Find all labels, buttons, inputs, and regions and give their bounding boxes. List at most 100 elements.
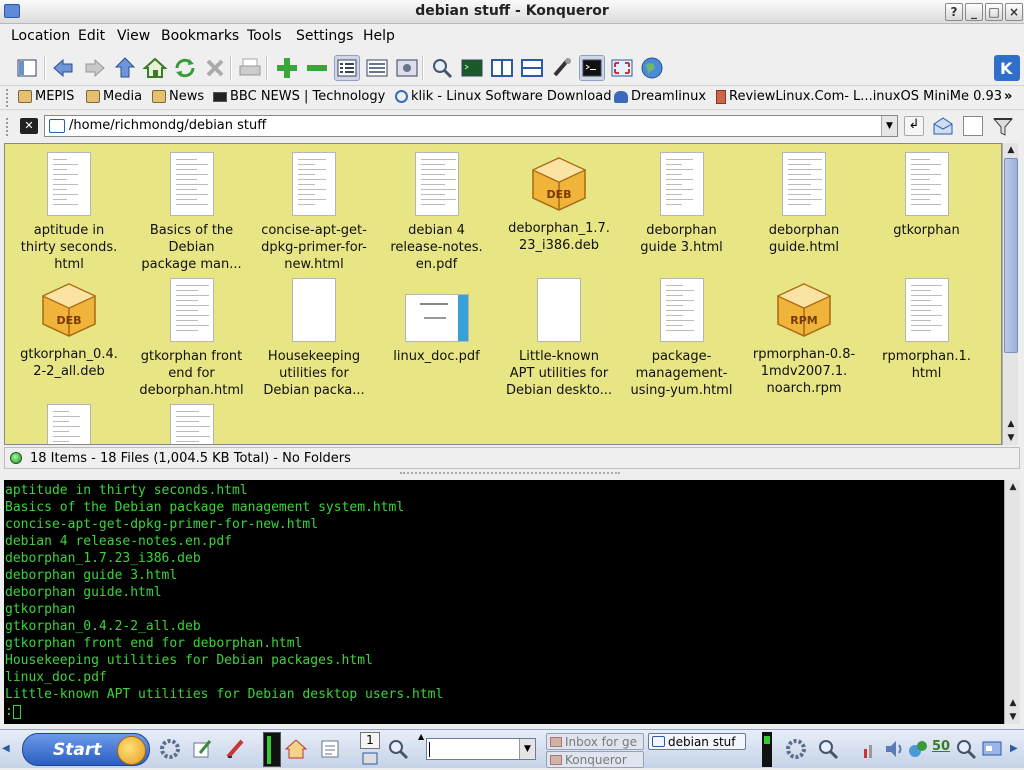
icon-view-icon[interactable]: [334, 55, 360, 81]
find-files-icon[interactable]: [386, 737, 410, 761]
klipper-icon[interactable]: [906, 737, 930, 761]
bookmark-bbc[interactable]: BBC NEWS | Technology: [213, 89, 385, 104]
scroll-up-icon[interactable]: ▲: [1003, 143, 1019, 157]
screens-icon[interactable]: [980, 737, 1004, 761]
bookmark-reviewlinux[interactable]: ReviewLinux.Com- L...inuxOS MiniMe 0.93: [716, 89, 1002, 104]
file-item[interactable]: Basics of the Debian package man...: [132, 152, 252, 273]
file-item[interactable]: Housekeeping utilities for Debian packa...: [254, 278, 374, 399]
print-icon[interactable]: [237, 55, 263, 81]
kcontrol-icon[interactable]: [158, 737, 182, 761]
clear-location-icon[interactable]: ✕: [20, 118, 38, 134]
split-horizontal-icon[interactable]: [519, 55, 545, 81]
minimize-button[interactable]: _: [965, 3, 983, 21]
forward-icon[interactable]: [82, 55, 108, 81]
file-item[interactable]: aptitude in thirty seconds. html: [9, 152, 129, 273]
file-item[interactable]: rpmorphan.1. html: [867, 278, 987, 382]
icon-view-scrollbar[interactable]: ▲ ▲ ▼: [1002, 143, 1018, 445]
up-icon[interactable]: [112, 55, 138, 81]
find-icon[interactable]: [429, 55, 455, 81]
file-item[interactable]: deborphan guide.html: [744, 152, 864, 256]
scrollbar-thumb[interactable]: [1004, 158, 1018, 353]
zoom-in-icon[interactable]: [274, 55, 300, 81]
fullscreen-icon[interactable]: [609, 55, 635, 81]
terminal-prompt[interactable]: :: [5, 703, 1003, 720]
bookmark-overflow-chevron-icon[interactable]: »: [1004, 89, 1012, 104]
volume-icon[interactable]: [883, 737, 907, 761]
file-item[interactable]: linux_doc.pdf: [377, 278, 497, 365]
zoom-out-icon[interactable]: [304, 55, 330, 81]
file-item[interactable]: package-management-using-yum.html: [622, 278, 742, 399]
terminal-panel[interactable]: aptitude in thirty seconds.html Basics of…: [4, 480, 1004, 724]
scroll-up-icon[interactable]: ▲: [1005, 696, 1021, 710]
file-item[interactable]: gtkorphan front end for deborphan.html: [132, 278, 252, 399]
view-sidebar-icon[interactable]: [14, 55, 40, 81]
network-icon[interactable]: [784, 737, 808, 761]
search-icon[interactable]: [954, 737, 978, 761]
filter-icon[interactable]: [992, 116, 1016, 138]
reload-icon[interactable]: [172, 55, 198, 81]
globe-icon[interactable]: [639, 55, 665, 81]
search-icon[interactable]: [816, 737, 840, 761]
file-item[interactable]: debian 4 release-notes. en.pdf: [377, 152, 497, 273]
image-preview-icon[interactable]: [394, 55, 420, 81]
splitter-handle[interactable]: [400, 472, 620, 476]
applet-handle[interactable]: ▲: [418, 732, 424, 741]
bookmark-mepis[interactable]: MEPIS: [18, 89, 74, 104]
menu-location[interactable]: Location: [11, 28, 70, 44]
scroll-down-icon[interactable]: ▼: [1005, 710, 1021, 724]
pen-icon[interactable]: [224, 737, 248, 761]
documents-icon[interactable]: [318, 737, 342, 761]
window-list-icon[interactable]: [360, 751, 380, 766]
desktop-pager[interactable]: 1: [360, 732, 380, 749]
bookmark-news[interactable]: News: [152, 89, 204, 104]
search-dropdown-chevron-icon[interactable]: ▼: [519, 739, 535, 759]
terminal-scrollbar[interactable]: ▲ ▲ ▼: [1004, 480, 1020, 724]
scroll-down-icon[interactable]: ▼: [1003, 431, 1019, 445]
menu-help[interactable]: Help: [363, 28, 395, 44]
start-button[interactable]: Start: [22, 733, 150, 766]
left-arrow-icon[interactable]: ◀: [2, 743, 10, 754]
stop-icon[interactable]: [202, 55, 228, 81]
maximize-button[interactable]: □: [985, 3, 1003, 21]
blank-page-icon[interactable]: [963, 116, 983, 136]
location-input[interactable]: /home/richmondg/debian stuff ▼: [44, 115, 898, 137]
list-view-icon[interactable]: [364, 55, 390, 81]
file-icon-view[interactable]: aptitude in thirty seconds. html Basics of …: [4, 143, 1002, 445]
file-item[interactable]: DEB deborphan_1.7. 23_i386.deb: [499, 152, 619, 254]
scroll-up-icon[interactable]: ▲: [1003, 417, 1019, 431]
shell-icon[interactable]: [579, 55, 605, 81]
file-item[interactable]: [132, 404, 252, 444]
home-folder-icon[interactable]: [284, 737, 308, 761]
help-button[interactable]: ?: [945, 3, 963, 21]
editor-icon[interactable]: [190, 737, 214, 761]
right-arrow-icon[interactable]: ▶: [1010, 743, 1018, 754]
go-icon[interactable]: ↲: [904, 116, 924, 136]
file-item[interactable]: deborphan guide 3.html: [622, 152, 742, 256]
back-icon[interactable]: [50, 55, 76, 81]
mail-icon[interactable]: [932, 116, 954, 136]
file-item[interactable]: gtkorphan: [867, 152, 987, 239]
location-dropdown-chevron-icon[interactable]: ▼: [881, 116, 897, 136]
clock-widget[interactable]: 50: [932, 739, 950, 754]
menu-edit[interactable]: Edit: [78, 28, 105, 44]
scroll-up-icon[interactable]: ▲: [1005, 480, 1021, 494]
bookmark-klik[interactable]: klik - Linux Software Download: [395, 89, 611, 104]
task-inbox[interactable]: Inbox for ge: [546, 733, 644, 750]
file-item[interactable]: DEB gtkorphan_0.4. 2-2_all.deb: [9, 278, 129, 380]
close-button[interactable]: ×: [1005, 3, 1023, 21]
file-item[interactable]: RPM rpmorphan-0.8- 1mdv2007.1. noarch.rpm: [744, 278, 864, 397]
menu-bookmarks[interactable]: Bookmarks: [161, 28, 239, 44]
menu-settings[interactable]: Settings: [296, 28, 353, 44]
file-item[interactable]: Little-known APT utilities for Debian desk…: [499, 278, 619, 399]
menu-view[interactable]: View: [117, 28, 150, 44]
bookmark-dreamlinux[interactable]: Dreamlinux: [614, 89, 706, 104]
home-icon[interactable]: [142, 55, 168, 81]
quick-search-input[interactable]: ▼: [426, 738, 536, 760]
file-item[interactable]: [9, 404, 129, 444]
split-vertical-icon[interactable]: [489, 55, 515, 81]
title-bar[interactable]: debian stuff - Konqueror ? _ □ ×: [0, 0, 1024, 24]
task-konqueror[interactable]: Konqueror: [546, 751, 644, 768]
bookmark-media[interactable]: Media: [86, 89, 142, 104]
menu-tools[interactable]: Tools: [247, 28, 282, 44]
security-icon[interactable]: [549, 55, 575, 81]
